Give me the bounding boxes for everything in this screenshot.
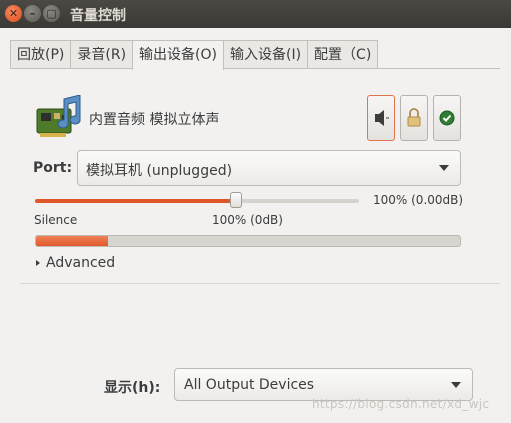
tab-divider [10,68,500,69]
volume-control-window: ✕ – ▢ 音量控制 回放(P) 录音(R) 输出设备(O) 输入设备(I) 配… [0,0,511,423]
mute-button[interactable] [367,95,395,141]
volume-readout: 100% (0.00dB) [373,193,464,207]
tab-input-devices[interactable]: 输入设备(I) [222,40,309,69]
speaker-icon [375,110,389,126]
show-value: All Output Devices [184,377,315,393]
set-default-button[interactable] [433,95,461,141]
volume-slider-handle[interactable] [229,192,242,208]
volume-slider[interactable] [35,192,359,208]
advanced-label: Advanced [46,255,116,271]
tab-configuration[interactable]: 配置（C) [307,40,379,69]
peak-level-fill [36,236,109,246]
watermark: https://blog.csdn.net/xd_wjc [312,397,490,411]
port-value: 模拟耳机 (unplugged) [86,163,233,179]
window-title: 音量控制 [70,8,126,24]
lock-channels-button[interactable] [400,95,428,141]
volume-slider-fill [35,199,236,203]
tab-playback[interactable]: 回放(P) [10,40,72,69]
minimize-icon[interactable]: – [24,5,41,22]
chevron-right-icon [36,260,40,266]
port-label: Port: [33,160,73,176]
port-dropdown[interactable]: 模拟耳机 (unplugged) [77,150,461,186]
advanced-expander[interactable]: Advanced [36,255,115,271]
peak-level-meter [35,235,461,247]
show-label: 显示(h): [104,380,161,396]
tab-bar: 回放(P) 录音(R) 输出设备(O) 输入设备(I) 配置（C) [10,40,379,70]
chevron-down-icon [439,165,449,171]
tick-label-silence: Silence [34,213,78,227]
sound-card-icon [36,95,81,137]
lock-icon [407,108,421,127]
checkmark-icon [439,110,455,126]
tab-output-devices[interactable]: 输出设备(O) [132,40,224,70]
close-icon[interactable]: ✕ [5,5,22,22]
title-bar: ✕ – ▢ 音量控制 [0,0,511,28]
tick-label-100: 100% (0dB) [212,213,283,227]
tab-recording[interactable]: 录音(R) [70,40,134,69]
maximize-icon[interactable]: ▢ [43,5,60,22]
device-name: 内置音频 模拟立体声 [89,112,220,128]
chevron-down-icon [451,382,461,388]
section-divider [20,283,500,284]
